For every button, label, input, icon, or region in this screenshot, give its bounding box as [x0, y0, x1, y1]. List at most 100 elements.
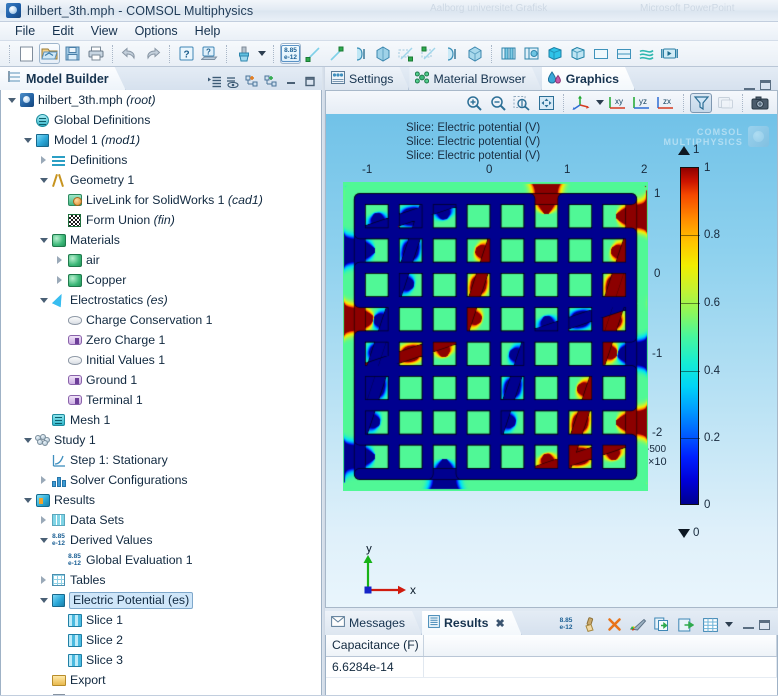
boundary-render-icon[interactable]: [441, 43, 462, 64]
results-table[interactable]: Capacitance (F) 6.6284e-14: [325, 635, 778, 696]
scene-light-icon[interactable]: [690, 92, 712, 113]
menu-item-help[interactable]: Help: [187, 23, 230, 40]
animate-icon[interactable]: [659, 43, 680, 64]
maximize-icon[interactable]: [759, 619, 770, 630]
redo-icon[interactable]: [142, 43, 163, 64]
tree-item-terminal-1[interactable]: Terminal 1: [1, 390, 321, 410]
box-select-edges-icon[interactable]: [395, 43, 416, 64]
orientation-axes-icon[interactable]: [570, 93, 592, 113]
help-icon[interactable]: ?: [176, 43, 197, 64]
tab-model-builder[interactable]: Model Builder: [0, 67, 126, 90]
tree-item-solver-configurations[interactable]: Solver Configurations: [1, 470, 321, 490]
new-icon[interactable]: [16, 43, 37, 64]
expand-triangle-open-icon[interactable]: [21, 130, 34, 150]
tree-item-data-sets[interactable]: Data Sets: [1, 510, 321, 530]
domain-select-icon[interactable]: [372, 43, 393, 64]
table-row[interactable]: 6.6284e-14: [326, 657, 777, 678]
tree-item-derived-values[interactable]: 8.85 e-12 Derived Values: [1, 530, 321, 550]
hide-geometry-icon[interactable]: [590, 43, 611, 64]
layers-icon[interactable]: [636, 43, 657, 64]
expand-triangle-open-icon[interactable]: [21, 490, 34, 510]
zoom-out-icon[interactable]: [487, 93, 509, 113]
view-xy-icon[interactable]: xy: [607, 93, 629, 113]
add-node-icon[interactable]: [244, 73, 261, 90]
tab-settings[interactable]: Settings: [325, 67, 409, 90]
tab-graphics[interactable]: Graphics: [542, 67, 635, 90]
tree-item-definitions[interactable]: Definitions: [1, 150, 321, 170]
expand-triangle-closed-icon[interactable]: [53, 250, 66, 270]
tree-item-mesh-1[interactable]: Mesh 1: [1, 410, 321, 430]
tree-item-geometry-1[interactable]: Geometry 1: [1, 170, 321, 190]
hilbert-fractal-plot[interactable]: [343, 182, 648, 491]
tree-item-air[interactable]: air: [1, 250, 321, 270]
maximize-icon[interactable]: [301, 73, 318, 90]
table-dropdown-icon[interactable]: [722, 614, 735, 635]
tree-item-global-evaluation-1[interactable]: 8.85 e-12 Global Evaluation 1: [1, 550, 321, 570]
table-view-icon[interactable]: [699, 615, 721, 635]
export-table-icon[interactable]: [675, 615, 697, 635]
split-view-icon[interactable]: [613, 43, 634, 64]
tree-item-global-definitions[interactable]: Global Definitions: [1, 110, 321, 130]
expand-triangle-open-icon[interactable]: [37, 170, 50, 190]
tree-item-slice-2[interactable]: Slice 2: [1, 630, 321, 650]
zoom-extents-icon[interactable]: [535, 93, 557, 113]
expand-triangle-open-icon[interactable]: [37, 530, 50, 550]
menu-item-view[interactable]: View: [83, 23, 127, 40]
mesh-cut-icon[interactable]: [521, 43, 542, 64]
edge-select-icon[interactable]: [326, 43, 347, 64]
view-zx-icon[interactable]: zx: [655, 93, 677, 113]
tree-item-ground-1[interactable]: Ground 1: [1, 370, 321, 390]
expand-triangle-closed-icon[interactable]: [37, 570, 50, 590]
expand-triangle-open-icon[interactable]: [21, 430, 34, 450]
tree-item-slice-3[interactable]: Slice 3: [1, 650, 321, 670]
tree-item-electric-potential-es[interactable]: Electric Potential (es): [1, 590, 321, 610]
solid-view-icon[interactable]: [544, 43, 565, 64]
expand-triangle-closed-icon[interactable]: [37, 150, 50, 170]
snapshot-icon[interactable]: [749, 93, 771, 113]
tree-item-charge-conservation-1[interactable]: Charge Conservation 1: [1, 310, 321, 330]
undo-icon[interactable]: [119, 43, 140, 64]
tree-item-initial-values-1[interactable]: Initial Values 1: [1, 350, 321, 370]
tree-item-step-1-stationary[interactable]: Step 1: Stationary: [1, 450, 321, 470]
tree-item-form-union[interactable]: Form Union (fin): [1, 210, 321, 230]
minimize-icon[interactable]: [743, 620, 754, 629]
tree-item-export[interactable]: Export: [1, 670, 321, 690]
expand-triangle-open-icon[interactable]: [37, 230, 50, 250]
build-dropdown-icon[interactable]: [255, 43, 268, 64]
point-select-icon[interactable]: [303, 43, 324, 64]
tree-item-hilbert-3th-mph[interactable]: hilbert_3th.mph (root): [1, 90, 321, 110]
tree-item-copper[interactable]: Copper: [1, 270, 321, 290]
expand-triangle-closed-icon[interactable]: [53, 270, 66, 290]
tree-item-tables[interactable]: Tables: [1, 570, 321, 590]
tree-item-livelink-for-solidworks-1[interactable]: LiveLink for SolidWorks 1 (cad1): [1, 190, 321, 210]
tab-material-browser[interactable]: Material Browser: [409, 67, 541, 90]
tree-item-study-1[interactable]: Study 1: [1, 430, 321, 450]
view-dropdown-icon[interactable]: [593, 92, 606, 113]
build-icon[interactable]: [233, 43, 254, 64]
paint-icon[interactable]: [627, 615, 649, 635]
wireframe-cube-icon[interactable]: [567, 43, 588, 64]
tree-item-model-1[interactable]: Model 1 (mod1): [1, 130, 321, 150]
tree-item-zero-charge-1[interactable]: Zero Charge 1: [1, 330, 321, 350]
tree-item-electrostatics[interactable]: Electrostatics (es): [1, 290, 321, 310]
expand-triangle-closed-icon[interactable]: [37, 470, 50, 490]
expand-triangle-open-icon[interactable]: [37, 590, 50, 610]
view-yz-icon[interactable]: yz: [631, 93, 653, 113]
clear-icon[interactable]: [579, 615, 601, 635]
minimize-icon[interactable]: [744, 81, 755, 90]
expand-triangle-open-icon[interactable]: [5, 90, 18, 110]
maximize-icon[interactable]: [760, 80, 771, 90]
tree-item-materials[interactable]: Materials: [1, 230, 321, 250]
boundary-select-icon[interactable]: [349, 43, 370, 64]
menu-item-file[interactable]: File: [7, 23, 44, 40]
expand-triangle-closed-icon[interactable]: [37, 510, 50, 530]
collapse-all-icon[interactable]: [206, 73, 223, 90]
close-icon[interactable]: ✖: [495, 617, 504, 630]
minimize-icon[interactable]: [282, 73, 299, 90]
zoom-box-icon[interactable]: [511, 93, 533, 113]
expand-triangle-open-icon[interactable]: [37, 290, 50, 310]
tab-results[interactable]: Results ✖: [422, 611, 522, 635]
model-tree[interactable]: hilbert_3th.mph (root) Global Definitions…: [0, 90, 322, 696]
delete-icon[interactable]: [603, 615, 625, 635]
show-hide-icon[interactable]: [225, 73, 242, 90]
